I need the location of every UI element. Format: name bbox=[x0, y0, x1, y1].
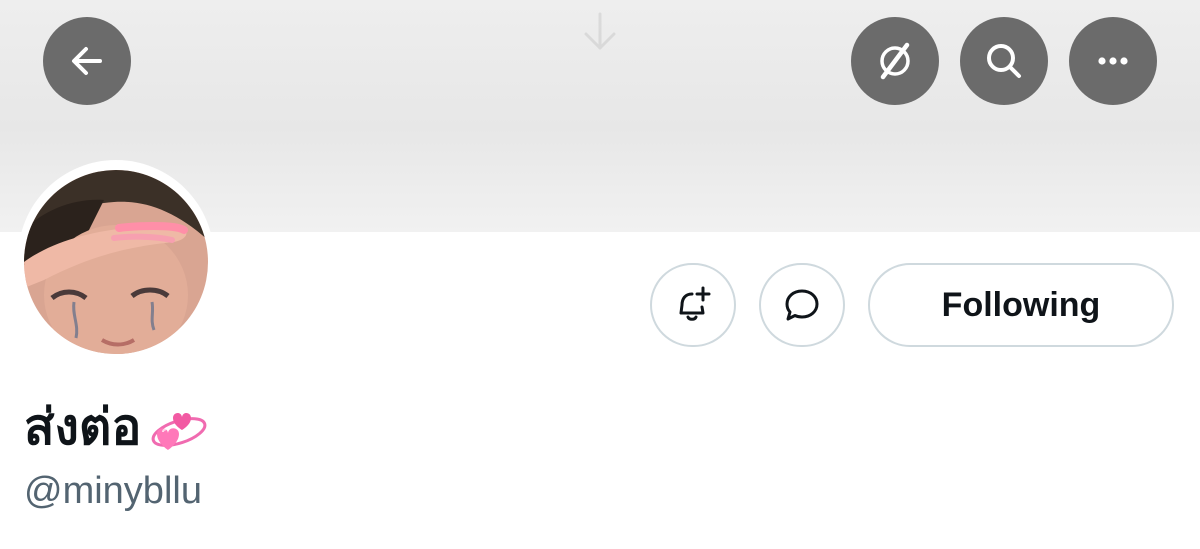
grok-button[interactable] bbox=[851, 17, 939, 105]
arrow-left-icon bbox=[72, 47, 102, 75]
back-button[interactable] bbox=[43, 17, 131, 105]
revolving-hearts-icon bbox=[152, 412, 207, 450]
username-handle: @minybllu bbox=[24, 470, 202, 512]
arrow-down-icon bbox=[580, 10, 620, 54]
message-bubble-icon bbox=[785, 289, 819, 321]
following-button[interactable]: Following bbox=[868, 263, 1174, 347]
message-button[interactable] bbox=[759, 263, 845, 347]
display-name-text: ส่งต่อ bbox=[24, 398, 142, 456]
notifications-button[interactable] bbox=[650, 263, 736, 347]
search-icon bbox=[987, 44, 1021, 78]
search-button[interactable] bbox=[960, 17, 1048, 105]
avatar-photo bbox=[24, 170, 208, 354]
avatar[interactable] bbox=[24, 170, 208, 354]
display-name: ส่งต่อ bbox=[24, 388, 209, 467]
slashed-circle-icon bbox=[880, 42, 910, 80]
more-options-button[interactable] bbox=[1069, 17, 1157, 105]
bell-plus-icon bbox=[679, 286, 711, 321]
more-horizontal-icon bbox=[1098, 57, 1128, 65]
